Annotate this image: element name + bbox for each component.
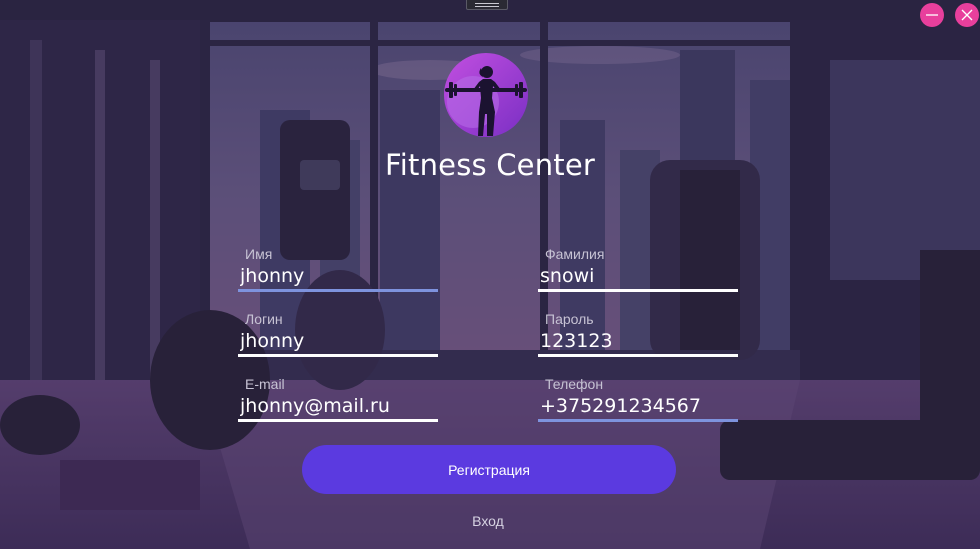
login-input[interactable] (238, 327, 438, 357)
close-icon (961, 9, 973, 21)
password-label: Пароль (545, 311, 594, 327)
fitness-woman-barbell-icon (443, 52, 529, 138)
email-label: E-mail (245, 376, 285, 392)
phone-label: Телефон (545, 376, 604, 392)
login-link[interactable]: Вход (0, 513, 976, 529)
register-button[interactable]: Регистрация (302, 445, 676, 494)
password-input[interactable] (538, 327, 738, 357)
minimize-button[interactable] (920, 3, 944, 27)
drag-handle[interactable] (466, 0, 508, 10)
email-input[interactable] (238, 392, 438, 422)
app-title: Fitness Center (384, 148, 596, 182)
first-name-input[interactable] (238, 262, 438, 292)
first-name-label: Имя (245, 246, 273, 262)
phone-input[interactable] (538, 392, 738, 422)
last-name-label: Фамилия (545, 246, 605, 262)
last-name-input[interactable] (538, 262, 738, 292)
close-button[interactable] (955, 3, 979, 27)
login-label: Логин (245, 311, 283, 327)
minimize-icon (926, 14, 938, 16)
